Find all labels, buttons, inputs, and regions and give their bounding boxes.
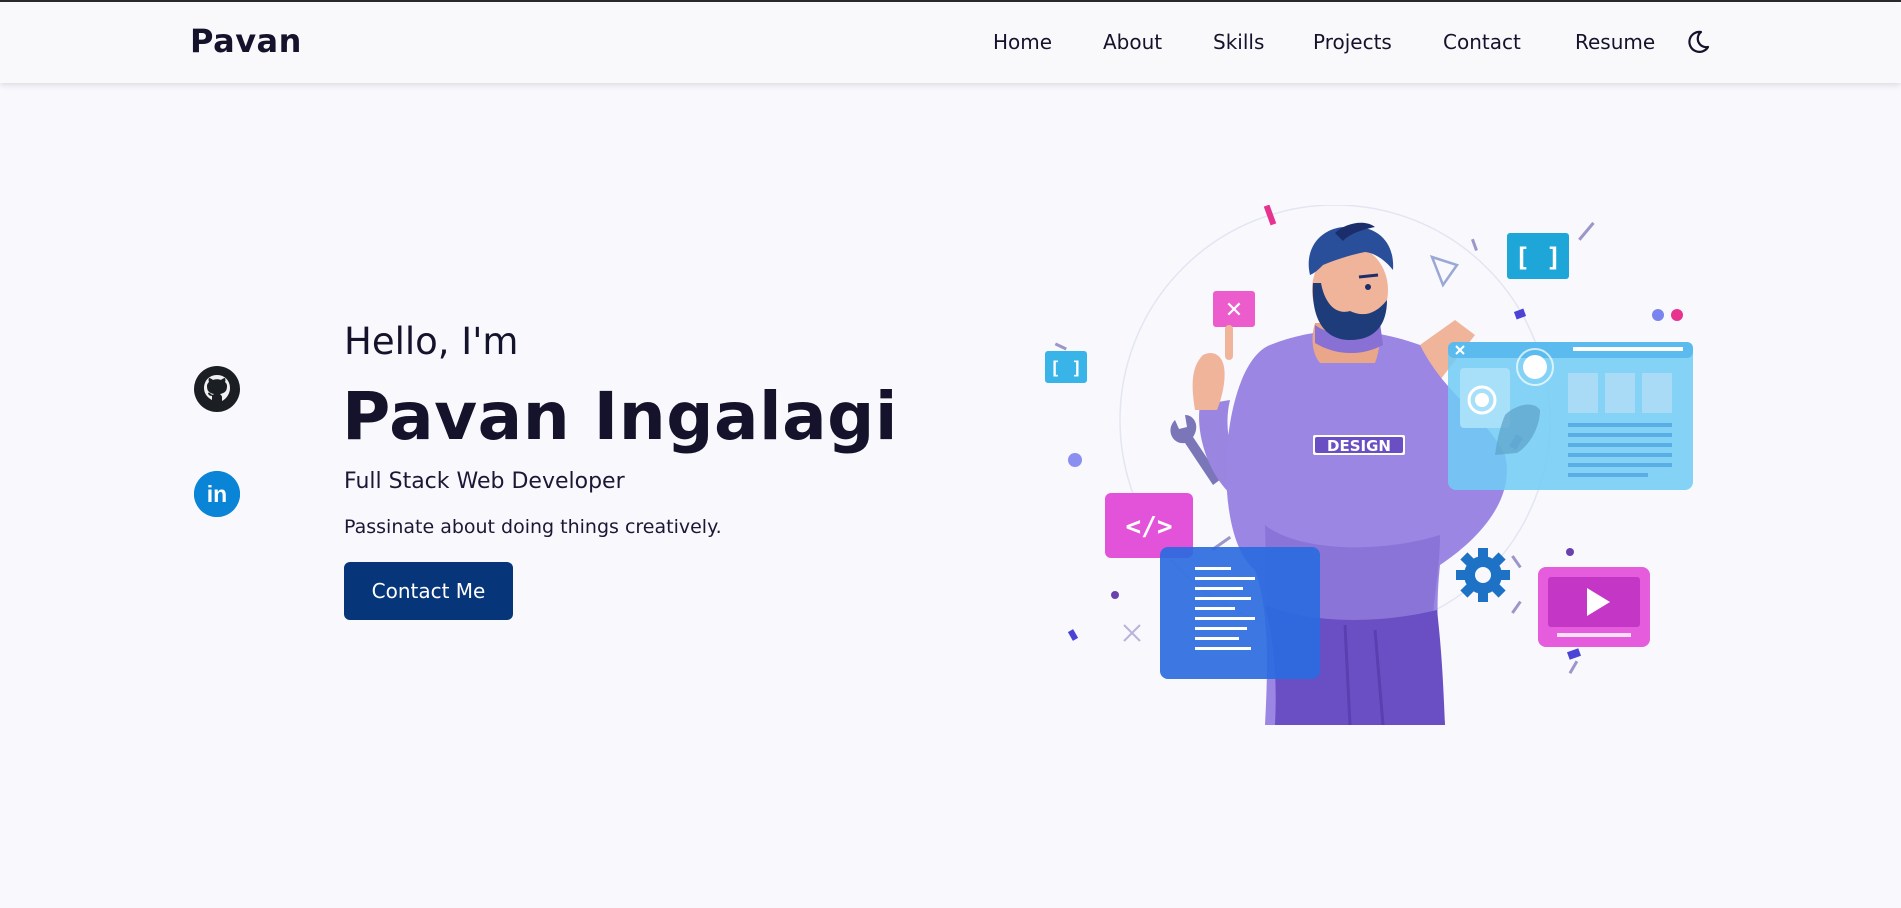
hero-name: Pavan Ingalagi <box>342 378 899 455</box>
svg-text:</>: </> <box>1126 512 1173 542</box>
svg-text:[ ]: [ ] <box>1515 243 1562 273</box>
nav-home[interactable]: Home <box>993 30 1052 54</box>
top-navbar: Pavan Home About Skills Projects Contact… <box>0 2 1901 83</box>
hero-greeting: Hello, I'm <box>344 320 519 363</box>
hero-role: Full Stack Web Developer <box>344 469 625 494</box>
github-link[interactable] <box>194 366 240 412</box>
svg-text:in: in <box>207 481 227 507</box>
nav-about[interactable]: About <box>1103 30 1162 54</box>
nav-resume[interactable]: Resume <box>1575 30 1655 54</box>
linkedin-icon: in <box>194 471 240 517</box>
nav-projects[interactable]: Projects <box>1313 30 1392 54</box>
hero-tagline: Passinate about doing things creatively. <box>344 516 722 538</box>
github-icon <box>195 367 239 411</box>
site-logo[interactable]: Pavan <box>190 22 302 60</box>
developer-illustration: [ ] [ ] ✕ DESIGN </> <box>1045 205 1693 725</box>
svg-text:[ ]: [ ] <box>1050 358 1083 379</box>
linkedin-link[interactable]: in <box>194 471 240 517</box>
contact-me-button[interactable]: Contact Me <box>344 562 513 620</box>
svg-text:DESIGN: DESIGN <box>1327 437 1391 455</box>
nav-skills[interactable]: Skills <box>1213 30 1264 54</box>
svg-text:✕: ✕ <box>1225 298 1243 323</box>
nav-contact[interactable]: Contact <box>1443 30 1521 54</box>
moon-icon[interactable] <box>1683 28 1711 56</box>
